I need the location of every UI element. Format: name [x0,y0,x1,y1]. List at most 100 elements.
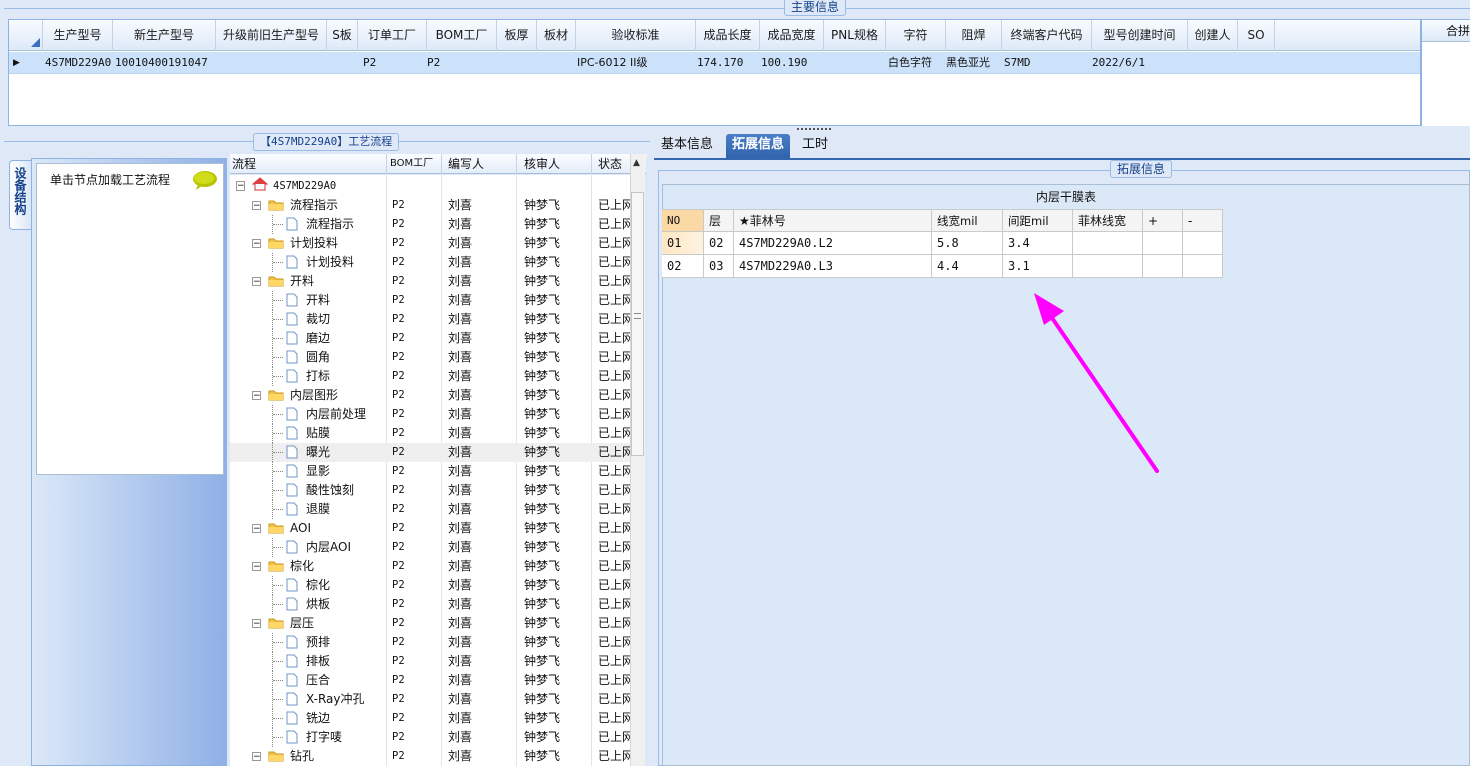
tree-col-header[interactable]: 编写人 [448,154,508,174]
scrollbar-thumb[interactable] [631,192,644,456]
dry-film-cell[interactable] [1143,255,1183,278]
main-col-header[interactable]: 验收标准 [576,20,696,51]
tree-node[interactable]: − 内层图形 P2 刘喜 钟梦飞 已上网 [230,386,630,405]
dry-film-cell[interactable]: 5.8 [932,232,1003,255]
main-info-row[interactable]: ▶ 4S7MD229A0 10010400191047 P2 P2 IPC-6012 I… [9,52,1420,74]
tree-root-node[interactable]: − 4S7MD229A0 [230,177,630,196]
dry-film-cell[interactable] [1183,255,1223,278]
tree-col-header[interactable]: 流程 [232,154,382,174]
tree-node[interactable]: 酸性蚀刻 P2 刘喜 钟梦飞 已上网 [230,481,630,500]
tree-node[interactable]: 开料 P2 刘喜 钟梦飞 已上网 [230,291,630,310]
dry-film-col-header[interactable]: 间距mil [1003,210,1073,232]
main-col-header[interactable]: 生产型号 [43,20,113,51]
main-col-header[interactable]: 型号创建时间 [1092,20,1188,51]
main-col-header[interactable]: 新生产型号 [113,20,216,51]
tree-col-header[interactable]: BOM工厂 [390,154,440,174]
tree-node[interactable]: 流程指示 P2 刘喜 钟梦飞 已上网 [230,215,630,234]
main-info-grid[interactable]: 生产型号 新生产型号 升级前旧生产型号 S板 订单工厂 BOM工厂 板厚 板材 验收标准 成品长度… [8,19,1421,126]
collapse-icon[interactable]: − [252,562,261,571]
dry-film-col-header[interactable]: ★菲林号 [734,210,932,232]
tree-node[interactable]: 预排 P2 刘喜 钟梦飞 已上网 [230,633,630,652]
header-corner[interactable] [9,20,43,51]
tree-node[interactable]: 排板 P2 刘喜 钟梦飞 已上网 [230,652,630,671]
dry-film-col-header[interactable]: NO [662,210,704,232]
dry-film-cell[interactable]: 4.4 [932,255,1003,278]
tree-node[interactable]: 裁切 P2 刘喜 钟梦飞 已上网 [230,310,630,329]
tree-node[interactable]: 退膜 P2 刘喜 钟梦飞 已上网 [230,500,630,519]
tree-node[interactable]: 磨边 P2 刘喜 钟梦飞 已上网 [230,329,630,348]
tab-extension-info[interactable]: 拓展信息 [726,134,791,158]
tree-node[interactable]: X-Ray冲孔 P2 刘喜 钟梦飞 已上网 [230,690,630,709]
dry-film-cell[interactable]: 4S7MD229A0.L3 [734,255,932,278]
main-col-header[interactable]: 阻焊 [946,20,1002,51]
dry-film-cell[interactable]: 01 [662,232,704,255]
tree-node[interactable]: 铣边 P2 刘喜 钟梦飞 已上网 [230,709,630,728]
tree-node[interactable]: 内层前处理 P2 刘喜 钟梦飞 已上网 [230,405,630,424]
collapse-icon[interactable]: − [252,391,261,400]
tree-node[interactable]: − 层压 P2 刘喜 钟梦飞 已上网 [230,614,630,633]
tree-node[interactable]: 显影 P2 刘喜 钟梦飞 已上网 [230,462,630,481]
main-col-header[interactable]: 创建人 [1188,20,1238,51]
dry-film-cell[interactable]: 02 [704,232,734,255]
main-col-header[interactable]: 板材 [537,20,576,51]
tree-node[interactable]: 计划投料 P2 刘喜 钟梦飞 已上网 [230,253,630,272]
equipment-list[interactable] [36,163,224,475]
tree-node[interactable]: − 计划投料 P2 刘喜 钟梦飞 已上网 [230,234,630,253]
tree-node[interactable]: − 钻孔 P2 刘喜 钟梦飞 已上网 [230,747,630,766]
main-col-header[interactable]: PNL规格 [824,20,886,51]
scroll-up-icon[interactable]: ▲ [633,158,640,168]
process-tree[interactable]: −4S7MD229A0− 流程指示 P2 刘喜 钟梦飞 已上网 流程指示 P2 刘喜 钟梦飞 已上网… [230,175,630,766]
dry-film-cell[interactable] [1073,255,1143,278]
tree-node[interactable]: 烘板 P2 刘喜 钟梦飞 已上网 [230,595,630,614]
main-col-header[interactable]: S板 [327,20,358,51]
dry-film-row[interactable]: 01 02 4S7MD229A0.L2 5.8 3.4 [662,232,1223,255]
main-col-header[interactable]: 订单工厂 [358,20,427,51]
tree-node[interactable]: 压合 P2 刘喜 钟梦飞 已上网 [230,671,630,690]
collapse-icon[interactable]: − [252,524,261,533]
tree-col-header[interactable]: 核审人 [524,154,584,174]
tree-node[interactable]: 圆角 P2 刘喜 钟梦飞 已上网 [230,348,630,367]
dry-film-cell[interactable]: 3.4 [1003,232,1073,255]
main-col-header[interactable]: 板厚 [497,20,537,51]
dry-film-cell[interactable]: 3.1 [1003,255,1073,278]
equipment-structure-tab[interactable]: 设备结构 [9,160,31,230]
splitter-grip-icon[interactable] [797,128,831,131]
tree-node[interactable]: 棕化 P2 刘喜 钟梦飞 已上网 [230,576,630,595]
collapse-icon[interactable]: − [252,619,261,628]
tree-node[interactable]: − 开料 P2 刘喜 钟梦飞 已上网 [230,272,630,291]
dry-film-cell[interactable] [1073,232,1143,255]
collapse-icon[interactable]: − [252,277,261,286]
tree-node[interactable]: − 流程指示 P2 刘喜 钟梦飞 已上网 [230,196,630,215]
collapse-icon[interactable]: − [252,239,261,248]
main-col-header[interactable]: 升级前旧生产型号 [216,20,327,51]
dry-film-col-header[interactable]: 菲林线宽 [1073,210,1143,232]
dry-film-col-header[interactable]: 层 [704,210,734,232]
dry-film-cell[interactable]: 4S7MD229A0.L2 [734,232,932,255]
tree-node[interactable]: 内层AOI P2 刘喜 钟梦飞 已上网 [230,538,630,557]
tree-node[interactable]: 曝光 P2 刘喜 钟梦飞 已上网 [230,443,630,462]
dry-film-col-header[interactable]: + [1143,210,1183,232]
main-col-header[interactable]: 成品长度 [696,20,760,51]
main-col-header[interactable]: 成品宽度 [760,20,824,51]
tree-node[interactable]: 贴膜 P2 刘喜 钟梦飞 已上网 [230,424,630,443]
tab-basic-info[interactable]: 基本信息 [655,134,719,158]
main-col-header[interactable]: BOM工厂 [427,20,497,51]
dry-film-row[interactable]: 02 03 4S7MD229A0.L3 4.4 3.1 [662,255,1223,278]
collapse-icon[interactable]: − [236,181,245,191]
tree-node[interactable]: 打字唛 P2 刘喜 钟梦飞 已上网 [230,728,630,747]
dry-film-col-header[interactable]: - [1183,210,1223,232]
dry-film-cell[interactable]: 02 [662,255,704,278]
tree-node[interactable]: − 棕化 P2 刘喜 钟梦飞 已上网 [230,557,630,576]
dry-film-cell[interactable] [1183,232,1223,255]
collapse-icon[interactable]: − [252,752,261,761]
dry-film-col-header[interactable]: 线宽mil [932,210,1003,232]
tab-work-hours[interactable]: 工时 [796,134,834,158]
dry-film-cell[interactable] [1143,232,1183,255]
main-col-header[interactable]: 字符 [886,20,946,51]
tree-node[interactable]: 打标 P2 刘喜 钟梦飞 已上网 [230,367,630,386]
main-col-header[interactable]: 终端客户代码 [1002,20,1092,51]
dry-film-cell[interactable]: 03 [704,255,734,278]
main-col-header[interactable]: SO [1238,20,1275,51]
collapse-icon[interactable]: − [252,201,261,210]
tree-node[interactable]: − AOI P2 刘喜 钟梦飞 已上网 [230,519,630,538]
